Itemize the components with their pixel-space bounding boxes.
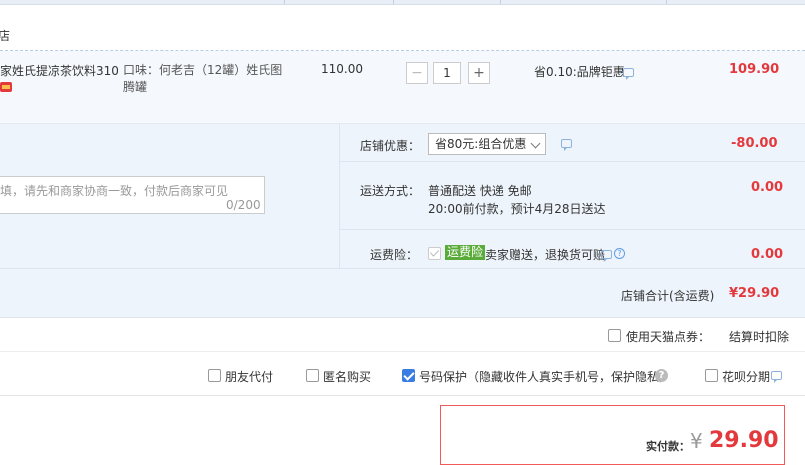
chat-icon[interactable] [601, 250, 612, 262]
qty-input[interactable]: 1 [433, 62, 461, 84]
divider [339, 161, 805, 162]
qty-increase-button[interactable]: + [468, 62, 490, 84]
delivery-label: 运送方式： [360, 184, 421, 198]
shop-total-amount: ¥29.90 [729, 286, 780, 301]
item-subtotal: 109.90 [729, 62, 780, 77]
divider [339, 229, 805, 230]
divider [0, 351, 805, 352]
delivery-method: 普通配送 快递 免邮 [428, 184, 532, 198]
shop-discount-amount: -80.00 [731, 136, 778, 151]
chat-icon[interactable] [561, 139, 572, 151]
item-unit-price: 110.00 [321, 62, 363, 76]
chevron-down-icon [530, 138, 541, 149]
delivery-eta: 20:00前付款，预计4月28日送达 [428, 202, 606, 216]
insurance-label: 运费险： [370, 248, 419, 262]
qty-decrease-button[interactable]: − [406, 62, 428, 84]
installment-label: 花呗分期 [722, 370, 771, 384]
anonymous-label: 匿名购买 [323, 370, 372, 384]
item-title[interactable]: 家姓氏提凉茶饮料310... [0, 62, 118, 79]
item-discount: 省0.10:品牌钜惠 [534, 65, 625, 79]
final-amount: 29.90 [709, 428, 779, 453]
buyer-message-placeholder: 填，请先和商家协商一致，付款后商家可见 [0, 184, 229, 198]
insurance-badge: 运费险 [445, 245, 486, 260]
friend-pay-checkbox[interactable] [208, 369, 221, 382]
shop-name[interactable]: 店 [0, 27, 10, 44]
shop-discount-selected: 省80元:组合优惠 [435, 137, 527, 151]
insurance-checkbox[interactable] [428, 247, 441, 260]
item-spec: 口味：何老吉（12罐）姓氏图腾罐 [123, 63, 283, 94]
installment-checkbox[interactable] [705, 369, 718, 382]
anonymous-checkbox[interactable] [306, 369, 319, 382]
chat-icon[interactable] [623, 68, 634, 80]
help-icon[interactable]: ? [655, 369, 668, 382]
divider [339, 124, 340, 268]
shop-discount-select[interactable]: 省80元:组合优惠 [428, 133, 546, 155]
shop-header: 店 [0, 4, 805, 51]
message-counter: 0/200 [226, 198, 261, 212]
help-icon[interactable]: ? [614, 248, 625, 259]
divider [0, 317, 805, 318]
points-status: 结算时扣除 [729, 330, 790, 344]
shop-badge-icon [0, 82, 12, 92]
points-checkbox[interactable] [608, 329, 621, 342]
final-currency: ¥ [690, 429, 703, 453]
insurance-amount: 0.00 [751, 247, 784, 262]
friend-pay-label: 朋友代付 [225, 370, 274, 384]
cart-item-row [0, 51, 805, 124]
chat-icon[interactable] [771, 371, 782, 383]
shop-discount-label: 店铺优惠： [360, 139, 421, 153]
privacy-checkbox[interactable] [402, 369, 415, 382]
divider [0, 395, 805, 396]
points-label: 使用天猫点券： [626, 330, 711, 344]
insurance-text: 卖家赠送，退换货可赔 [485, 248, 606, 262]
privacy-label: 号码保护（隐藏收件人真实手机号，保护隐私） [419, 370, 672, 384]
divider [0, 268, 805, 269]
delivery-amount: 0.00 [751, 180, 784, 195]
shop-total-label: 店铺合计(含运费) [621, 289, 715, 303]
